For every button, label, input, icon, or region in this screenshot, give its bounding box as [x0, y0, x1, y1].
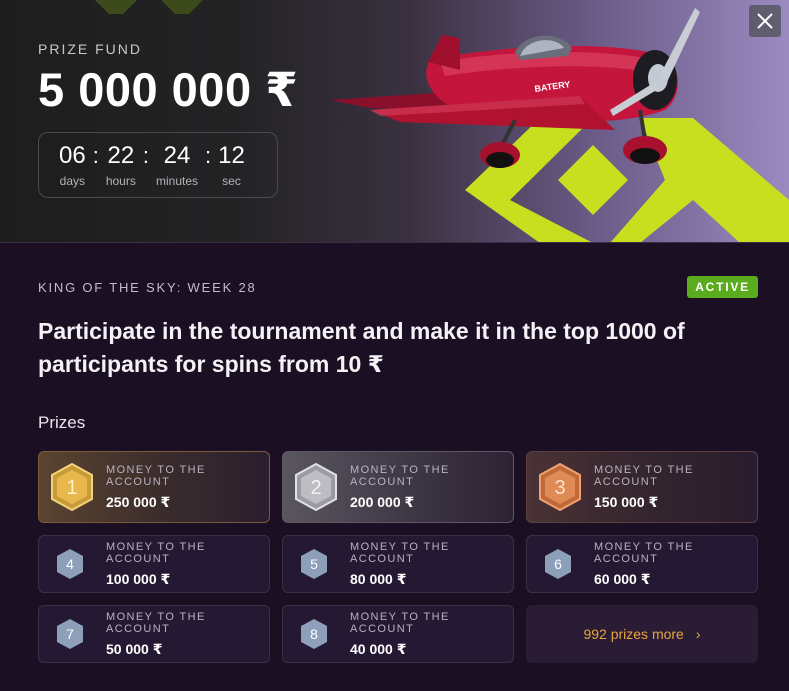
- prize-place-number: 4: [66, 556, 74, 572]
- prize-card-2[interactable]: 2 MONEY TO THE ACCOUNT 200 000 ₹: [282, 451, 514, 523]
- green-shapes-decoration: [95, 0, 203, 14]
- place-badge-icon: 8: [301, 619, 327, 649]
- chevron-right-icon: ›: [695, 626, 701, 642]
- timer-seconds-value: 12: [218, 142, 245, 169]
- prizes-heading: Prizes: [38, 413, 86, 432]
- prize-label: MONEY TO THE ACCOUNT: [106, 540, 206, 565]
- prize-label: MONEY TO THE ACCOUNT: [594, 540, 694, 565]
- prize-amount: 40 000 ₹: [350, 640, 407, 657]
- airplane-illustration: BATERY: [330, 8, 789, 242]
- tournament-content: KING OF THE SKY: WEEK 28 ACTIVE Particip…: [0, 243, 789, 691]
- prize-amount: 60 000 ₹: [594, 570, 651, 587]
- tournament-headline: Participate in the tournament and make i…: [38, 318, 685, 377]
- prize-label: MONEY TO THE ACCOUNT: [350, 540, 450, 565]
- prize-card-3[interactable]: 3 MONEY TO THE ACCOUNT 150 000 ₹: [526, 451, 758, 523]
- timer-minutes-value: 24: [163, 142, 191, 169]
- prize-label: MONEY TO THE ACCOUNT: [350, 463, 450, 488]
- prize-card-8[interactable]: 8 MONEY TO THE ACCOUNT 40 000 ₹: [282, 605, 514, 663]
- prize-fund-label: PRIZE FUND: [38, 41, 142, 57]
- timer-seconds-label: sec: [222, 174, 241, 188]
- status-badge: ACTIVE: [687, 276, 758, 298]
- prize-label: MONEY TO THE ACCOUNT: [594, 463, 694, 488]
- timer-days-label: days: [59, 174, 86, 188]
- timer-hours: 22 hours: [105, 142, 136, 189]
- prize-place-number: 5: [310, 556, 318, 572]
- countdown-timer: 06 days : 22 hours : 24 minutes : 12 sec: [38, 132, 278, 198]
- green-diamond: [558, 145, 628, 215]
- place-badge-icon: 7: [57, 619, 83, 649]
- timer-days: 06 days: [59, 142, 86, 189]
- gold-medal-icon: 1: [51, 462, 93, 512]
- prize-amount: 100 000 ₹: [106, 570, 171, 587]
- prize-amount: 200 000 ₹: [350, 493, 415, 510]
- place-badge-icon: 6: [545, 549, 571, 579]
- prize-card-7[interactable]: 7 MONEY TO THE ACCOUNT 50 000 ₹: [38, 605, 270, 663]
- prize-card-5[interactable]: 5 MONEY TO THE ACCOUNT 80 000 ₹: [282, 535, 514, 593]
- place-badge-icon: 4: [57, 549, 83, 579]
- tournament-title: KING OF THE SKY: WEEK 28: [38, 280, 257, 295]
- close-button[interactable]: [749, 5, 781, 37]
- prize-label: MONEY TO THE ACCOUNT: [350, 610, 450, 635]
- prize-place-number: 2: [310, 477, 321, 499]
- hero-banner: PRIZE FUND 5 000 000 ₹ 06 days : 22 hour…: [0, 0, 789, 243]
- prize-amount: 250 000 ₹: [106, 493, 171, 510]
- prize-amount: 80 000 ₹: [350, 570, 407, 587]
- bronze-medal-icon: 3: [539, 462, 581, 512]
- timer-separator: :: [142, 143, 149, 168]
- prize-card-4[interactable]: 4 MONEY TO THE ACCOUNT 100 000 ₹: [38, 535, 270, 593]
- prize-amount: 150 000 ₹: [594, 493, 659, 510]
- close-icon: [757, 13, 773, 29]
- timer-separator: :: [92, 143, 99, 168]
- prize-fund-amount: 5 000 000 ₹: [38, 63, 299, 116]
- prize-place-number: 1: [66, 477, 77, 499]
- prize-label: MONEY TO THE ACCOUNT: [106, 463, 206, 488]
- timer-minutes: 24 minutes: [155, 142, 199, 189]
- prize-place-number: 7: [66, 626, 74, 642]
- prize-amount: 50 000 ₹: [106, 640, 163, 657]
- prize-label: MONEY TO THE ACCOUNT: [106, 610, 206, 635]
- more-prizes-label: 992 prizes more: [583, 626, 684, 642]
- prize-place-number: 8: [310, 626, 318, 642]
- silver-medal-icon: 2: [295, 462, 337, 512]
- timer-seconds: 12 sec: [218, 142, 245, 189]
- prize-card-6[interactable]: 6 MONEY TO THE ACCOUNT 60 000 ₹: [526, 535, 758, 593]
- more-prizes-button[interactable]: 992 prizes more ›: [526, 605, 758, 663]
- timer-days-value: 06: [59, 142, 86, 169]
- prize-card-1[interactable]: 1 MONEY TO THE ACCOUNT 250 000 ₹: [38, 451, 270, 523]
- timer-separator: :: [205, 143, 212, 168]
- timer-minutes-label: minutes: [155, 174, 199, 188]
- prize-place-number: 3: [554, 477, 565, 499]
- timer-hours-value: 22: [107, 142, 135, 169]
- prize-place-number: 6: [554, 556, 562, 572]
- place-badge-icon: 5: [301, 549, 327, 579]
- timer-hours-label: hours: [105, 174, 136, 188]
- green-chevron-right: [610, 118, 789, 242]
